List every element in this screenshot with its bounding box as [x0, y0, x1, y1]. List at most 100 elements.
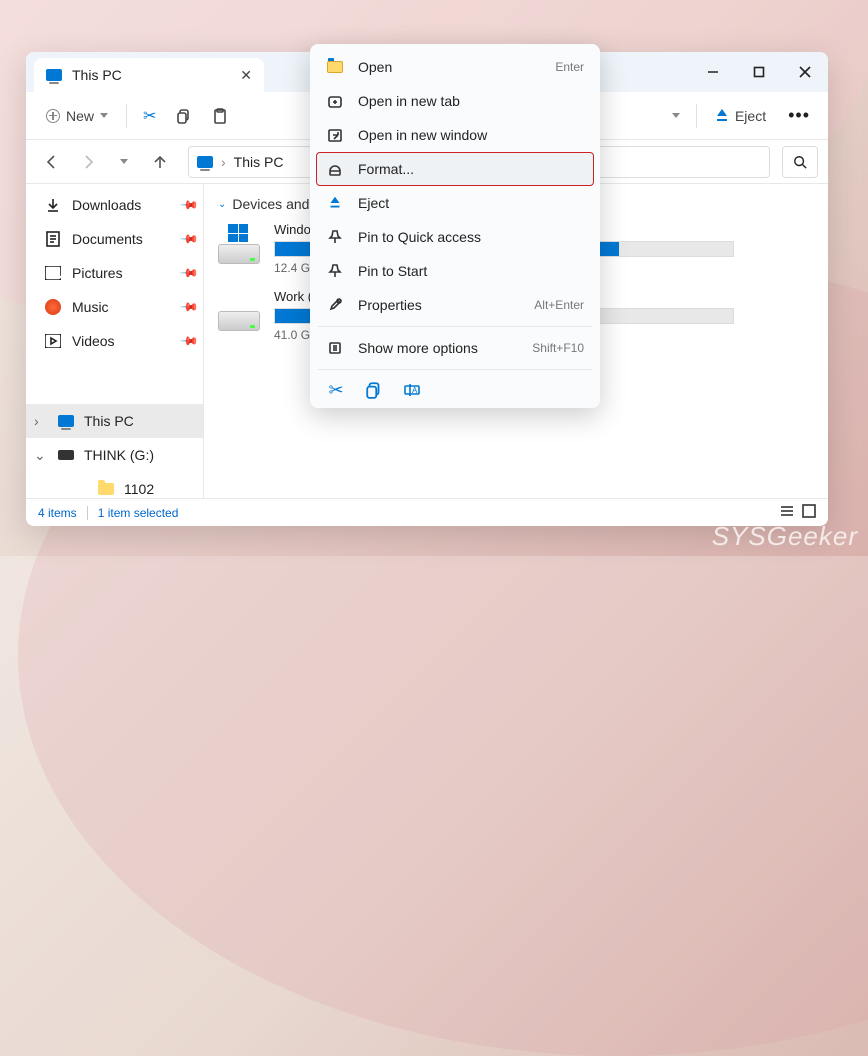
- svg-text:A: A: [412, 386, 418, 395]
- new-label: New: [66, 108, 94, 124]
- pin-icon: 📌: [179, 263, 199, 283]
- pin-icon: 📌: [179, 297, 199, 317]
- pin-icon: 📌: [179, 195, 199, 215]
- window-controls: [690, 52, 828, 92]
- sidebar-item-downloads[interactable]: Downloads 📌: [26, 188, 203, 222]
- separator: [126, 104, 127, 128]
- sidebar-item-label: Pictures: [72, 265, 172, 281]
- document-icon: [44, 230, 62, 248]
- sidebar-item-videos[interactable]: Videos 📌: [26, 324, 203, 358]
- new-window-icon: [326, 126, 344, 144]
- pin-icon: [326, 262, 344, 280]
- menu-item-pin-to-start[interactable]: Pin to Start: [316, 254, 594, 288]
- rename-button[interactable]: A: [402, 380, 422, 400]
- copy-button[interactable]: [168, 100, 200, 132]
- sort-button[interactable]: [664, 100, 688, 132]
- menu-item-properties[interactable]: Properties Alt+Enter: [316, 288, 594, 322]
- menu-label: Show more options: [358, 340, 478, 356]
- pc-icon: [46, 69, 62, 81]
- minimize-button[interactable]: [690, 52, 736, 92]
- details-view-button[interactable]: [780, 504, 794, 521]
- tree-item[interactable]: ›This PC: [26, 404, 203, 438]
- status-bar: 4 items 1 item selected: [26, 498, 828, 526]
- menu-item-open[interactable]: Open Enter: [316, 50, 594, 84]
- separator: [696, 104, 697, 128]
- selection-status: 1 item selected: [98, 506, 179, 520]
- menu-item-open-in-new-tab[interactable]: Open in new tab: [316, 84, 594, 118]
- back-button[interactable]: [36, 146, 68, 178]
- menu-label: Open in new window: [358, 127, 487, 143]
- forward-button[interactable]: [72, 146, 104, 178]
- folder-open-icon: [326, 58, 344, 76]
- tab-title: This PC: [72, 67, 122, 83]
- cut-button[interactable]: ✂: [135, 100, 164, 132]
- pin-icon: [326, 228, 344, 246]
- menu-label: Eject: [358, 195, 389, 211]
- collapse-icon: ⌄: [218, 199, 226, 210]
- chevron-down-icon: [100, 113, 108, 118]
- menu-bottom-actions: ✂A: [316, 374, 594, 402]
- pc-icon: [58, 415, 74, 427]
- menu-label: Open: [358, 59, 392, 75]
- eject-button[interactable]: Eject: [705, 100, 776, 132]
- new-button[interactable]: New: [36, 100, 118, 132]
- copy-button[interactable]: [364, 380, 384, 400]
- maximize-button[interactable]: [736, 52, 782, 92]
- close-window-button[interactable]: [782, 52, 828, 92]
- chevron-down-icon: [120, 159, 128, 164]
- menu-item-eject[interactable]: Eject: [316, 186, 594, 220]
- new-tab-icon: [326, 92, 344, 110]
- menu-item-open-in-new-window[interactable]: Open in new window: [316, 118, 594, 152]
- thumbnails-view-button[interactable]: [802, 504, 816, 521]
- search-button[interactable]: [782, 146, 818, 178]
- chevron-down-icon: [672, 113, 680, 118]
- more-button[interactable]: •••: [780, 100, 818, 132]
- sidebar-item-label: Videos: [72, 333, 172, 349]
- tree-item[interactable]: ⌄THINK (G:): [26, 438, 203, 472]
- tree-label: This PC: [84, 413, 197, 429]
- more-icon: •••: [788, 105, 810, 126]
- tree-label: THINK (G:): [84, 447, 197, 463]
- download-icon: [44, 196, 62, 214]
- sidebar-item-label: Music: [72, 299, 172, 315]
- drive-icon: [218, 222, 260, 264]
- tree-item[interactable]: 1102: [26, 472, 203, 498]
- menu-label: Properties: [358, 297, 422, 313]
- item-count: 4 items: [38, 506, 77, 520]
- menu-item-show-more-options[interactable]: Show more optionsShift+F10: [316, 331, 594, 365]
- music-icon: [44, 298, 62, 316]
- sidebar-item-label: Downloads: [72, 197, 172, 213]
- pin-icon: 📌: [179, 331, 199, 351]
- recent-button[interactable]: [108, 146, 140, 178]
- menu-item-format[interactable]: Format...: [316, 152, 594, 186]
- eject-icon: [715, 109, 729, 123]
- videos-icon: [44, 332, 62, 350]
- navigation-pane: Downloads📌Documents📌Pictures📌Music📌Video…: [26, 184, 204, 498]
- tab-this-pc[interactable]: This PC ✕: [34, 58, 264, 92]
- sidebar-item-pictures[interactable]: Pictures 📌: [26, 256, 203, 290]
- watermark: SYSGeeker: [712, 521, 858, 552]
- folder-icon: [98, 483, 114, 495]
- menu-label: Format...: [358, 161, 414, 177]
- menu-label: Pin to Start: [358, 263, 427, 279]
- pc-icon: [197, 156, 213, 168]
- pin-icon: 📌: [179, 229, 199, 249]
- close-tab-button[interactable]: ✕: [240, 67, 252, 84]
- menu-shortcut: Enter: [555, 60, 584, 74]
- cut-button[interactable]: ✂: [326, 380, 346, 400]
- menu-shortcut: Alt+Enter: [534, 298, 584, 312]
- menu-item-pin-to-quick-access[interactable]: Pin to Quick access: [316, 220, 594, 254]
- breadcrumb-location: This PC: [234, 154, 284, 170]
- more-options-icon: [326, 339, 344, 357]
- eject-label: Eject: [735, 108, 766, 124]
- paste-button[interactable]: [204, 100, 236, 132]
- sidebar-item-label: Documents: [72, 231, 172, 247]
- tree-label: 1102: [124, 481, 197, 497]
- drive-icon: [58, 450, 74, 460]
- cut-icon: ✂: [143, 106, 156, 126]
- sidebar-item-music[interactable]: Music 📌: [26, 290, 203, 324]
- up-button[interactable]: [144, 146, 176, 178]
- sidebar-item-documents[interactable]: Documents 📌: [26, 222, 203, 256]
- drive-icon: [218, 289, 260, 331]
- menu-label: Open in new tab: [358, 93, 460, 109]
